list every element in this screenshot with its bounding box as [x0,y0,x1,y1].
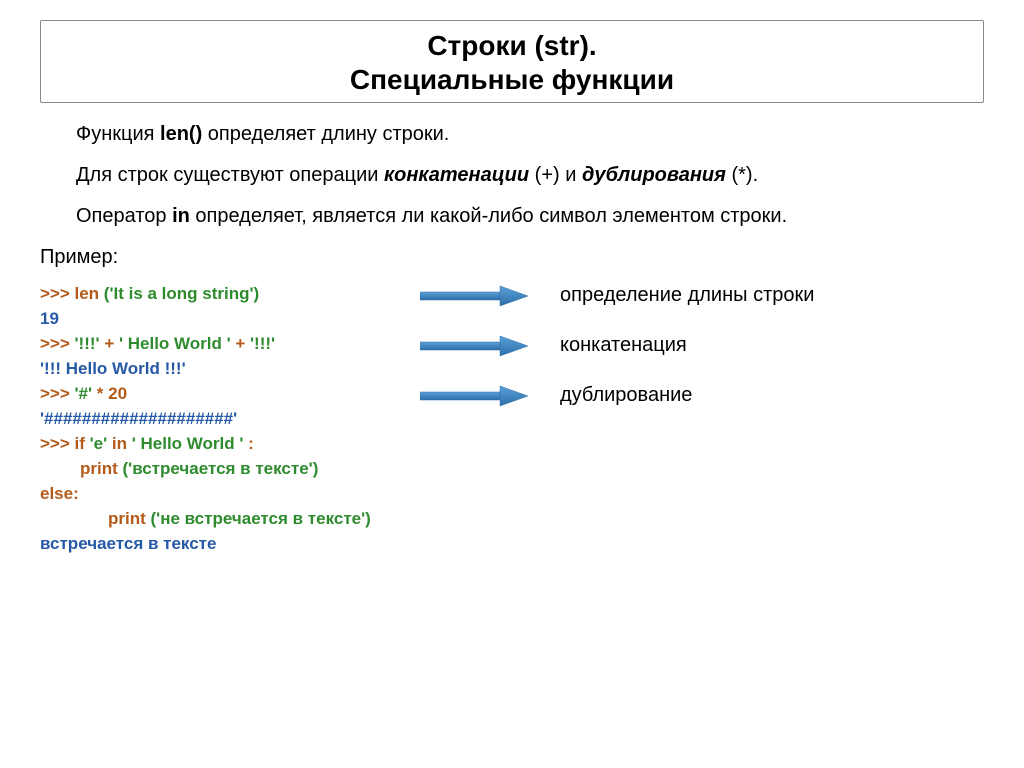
arrow-2 [420,333,560,358]
code-line-10: print ('не встречается в тексте') [40,506,420,531]
title-line-1: Строки (str). [427,30,596,61]
paragraph-concat: Для строк существуют операции конкатенац… [40,162,984,189]
title-box: Строки (str). Специальные функции [40,20,984,103]
code-line-8: print ('встречается в тексте') [40,456,420,481]
body-text: Функция len() определяет длину строки. Д… [40,121,984,556]
note-concat: конкатенация [560,333,984,358]
code-column: >>> len ('It is a long string') 19 >>> '… [40,281,420,556]
arrow-column [420,281,560,433]
notes-column: определение длины строки конкатенация ду… [560,281,984,433]
example-label: Пример: [40,244,984,271]
code-line-4: '!!! Hello World !!!' [40,356,420,381]
code-line-2: 19 [40,306,420,331]
dup-keyword: дублирования [582,164,726,186]
code-line-11: встречается в тексте [40,531,420,556]
example-columns: >>> len ('It is a long string') 19 >>> '… [40,281,984,556]
code-line-5: >>> '#' * 20 [40,381,420,406]
code-line-6: '####################' [40,406,420,431]
concat-keyword: конкатенации [384,164,529,186]
in-keyword: in [172,205,190,227]
code-line-7: >>> if 'e' in ' Hello World ' : [40,431,420,456]
paragraph-in: Оператор in определяет, является ли како… [40,203,984,230]
note-len: определение длины строки [560,283,984,308]
arrow-icon [420,335,530,357]
arrow-icon [420,385,530,407]
code-line-9: else: [40,481,420,506]
arrow-3 [420,383,560,408]
code-line-1: >>> len ('It is a long string') [40,281,420,306]
note-dup: дублирование [560,383,984,408]
code-line-3: >>> '!!!' + ' Hello World ' + '!!!' [40,331,420,356]
arrow-icon [420,285,530,307]
title-line-2: Специальные функции [350,64,674,95]
title: Строки (str). Специальные функции [41,29,983,96]
slide: Строки (str). Специальные функции Функци… [0,0,1024,768]
arrow-1 [420,283,560,308]
paragraph-len: Функция len() определяет длину строки. [40,121,984,148]
code-block: >>> len ('It is a long string') 19 >>> '… [40,281,420,556]
len-keyword: len() [160,123,202,145]
